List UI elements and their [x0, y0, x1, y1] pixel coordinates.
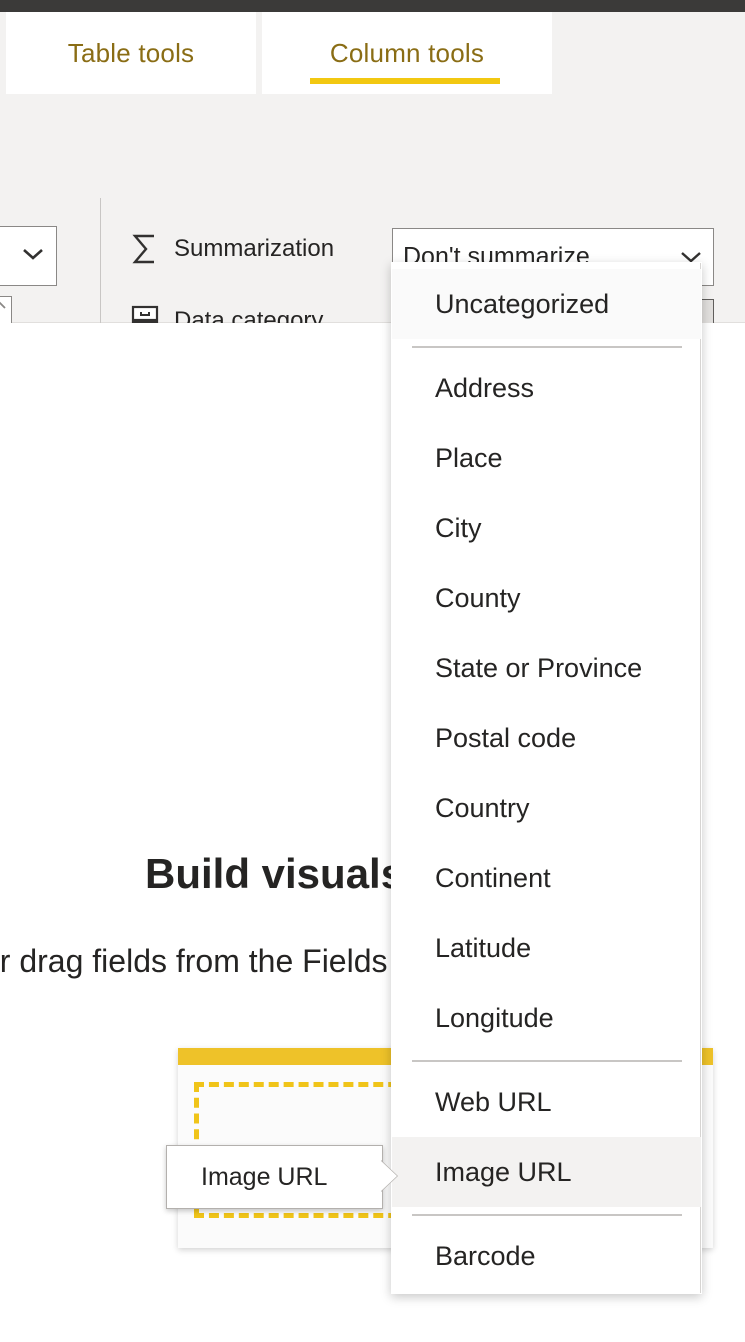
- dropdown-item-postal-code[interactable]: Postal code: [392, 703, 701, 773]
- dropdown-item-city[interactable]: City: [392, 493, 701, 563]
- dropdown-item-continent[interactable]: Continent: [392, 843, 701, 913]
- dropdown-item-label: Address: [435, 372, 535, 403]
- window-title-bar: [0, 0, 745, 12]
- summarization-label: Summarization: [174, 235, 335, 262]
- dropdown-item-label: Barcode: [435, 1240, 536, 1271]
- dropdown-item-label: Latitude: [435, 932, 532, 963]
- image-url-tooltip: Image URL: [166, 1145, 383, 1209]
- dropdown-item-label: State or Province: [435, 652, 643, 683]
- partial-combobox-top[interactable]: [0, 226, 57, 286]
- tab-table-tools[interactable]: Table tools: [6, 12, 256, 94]
- dropdown-item-uncategorized[interactable]: Uncategorized: [392, 269, 701, 339]
- dropdown-item-place[interactable]: Place: [392, 423, 701, 493]
- dropdown-item-label: Image URL: [435, 1156, 572, 1187]
- summarization-row: Summarization: [128, 232, 334, 266]
- dropdown-item-web-url[interactable]: Web URL: [392, 1067, 701, 1137]
- chevron-up-small-icon: [0, 301, 7, 311]
- dropdown-item-label: Postal code: [435, 722, 577, 753]
- dropdown-item-barcode[interactable]: Barcode: [392, 1221, 701, 1291]
- dropdown-divider: [412, 1060, 682, 1062]
- dropdown-divider: [412, 346, 682, 348]
- dropdown-item-label: County: [435, 582, 521, 613]
- dropdown-divider: [412, 1214, 682, 1216]
- dropdown-item-label: Uncategorized: [435, 288, 610, 319]
- dropdown-item-country[interactable]: Country: [392, 773, 701, 843]
- dropdown-item-address[interactable]: Address: [392, 353, 701, 423]
- dropdown-item-county[interactable]: County: [392, 563, 701, 633]
- sigma-icon: [128, 232, 162, 266]
- dropdown-item-label: Place: [435, 442, 503, 473]
- image-url-tooltip-label: Image URL: [201, 1162, 328, 1191]
- active-tab-indicator: [310, 78, 500, 84]
- dropdown-item-latitude[interactable]: Latitude: [392, 913, 701, 983]
- dropdown-item-state-or-province[interactable]: State or Province: [392, 633, 701, 703]
- tab-table-tools-label: Table tools: [67, 37, 195, 68]
- dropdown-item-image-url[interactable]: Image URL: [392, 1137, 701, 1207]
- dropdown-item-longitude[interactable]: Longitude: [392, 983, 701, 1053]
- tab-column-tools[interactable]: Column tools: [262, 12, 552, 94]
- dropdown-item-label: Longitude: [435, 1002, 554, 1033]
- tab-column-tools-label: Column tools: [329, 37, 485, 68]
- dropdown-item-label: Country: [435, 792, 530, 823]
- chevron-down-icon: [22, 247, 44, 261]
- ribbon-tab-strip: Table tools Column tools: [0, 12, 745, 94]
- tooltip-arrow-icon: [380, 1160, 397, 1192]
- dropdown-item-label: City: [435, 512, 482, 543]
- dropdown-item-label: Continent: [435, 862, 551, 893]
- dropdown-item-label: Web URL: [435, 1086, 552, 1117]
- data-category-dropdown-menu[interactable]: Uncategorized Address Place City County State…: [391, 262, 702, 1294]
